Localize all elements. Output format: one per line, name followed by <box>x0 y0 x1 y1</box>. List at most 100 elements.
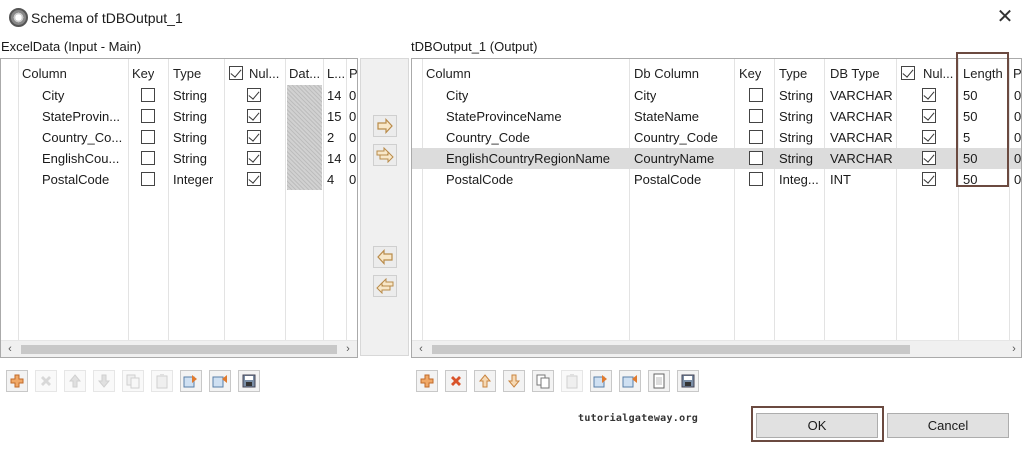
close-icon[interactable]: ✕ <box>994 6 1016 28</box>
header-type[interactable]: Type <box>173 63 201 84</box>
table-row[interactable]: Country_Co... String 2 0 <box>1 127 357 148</box>
header-column[interactable]: Column <box>22 63 67 84</box>
nullable-checkbox[interactable] <box>922 88 936 102</box>
left-panel-title: ExcelData (Input - Main) <box>1 39 142 54</box>
table-row[interactable]: EnglishCou... String 14 0 <box>1 148 357 169</box>
table-row[interactable]: PostalCode PostalCode Integ... INT 50 0 <box>412 169 1021 190</box>
header-column[interactable]: Column <box>426 63 471 84</box>
add-icon[interactable] <box>6 370 28 392</box>
copy-icon[interactable] <box>532 370 554 392</box>
save-icon[interactable] <box>238 370 260 392</box>
nullable-checkbox[interactable] <box>247 88 261 102</box>
column-name: EnglishCountryRegionName <box>446 151 611 166</box>
copy-left-icon[interactable] <box>373 246 397 268</box>
table-row[interactable]: StateProvin... String 15 0 <box>1 106 357 127</box>
header-nullable[interactable]: Nul... <box>249 63 279 84</box>
paste-icon[interactable] <box>561 370 583 392</box>
scroll-right-icon[interactable]: › <box>341 341 355 357</box>
nullable-checkbox[interactable] <box>922 172 936 186</box>
header-db-type[interactable]: DB Type <box>830 63 880 84</box>
length-cell: 14 <box>327 151 342 166</box>
import-icon[interactable] <box>180 370 202 392</box>
header-precision[interactable]: P <box>349 63 357 84</box>
header-date-pattern[interactable]: Dat... <box>289 63 320 84</box>
copy-all-left-icon[interactable] <box>373 275 397 297</box>
remove-icon[interactable] <box>35 370 57 392</box>
nullable-checkbox[interactable] <box>922 151 936 165</box>
nullable-checkbox[interactable] <box>922 109 936 123</box>
horizontal-scrollbar[interactable]: ‹ › <box>412 340 1021 357</box>
output-schema-table[interactable]: Column Db Column Key Type DB Type Nul...… <box>411 58 1022 358</box>
nullable-checkbox[interactable] <box>247 130 261 144</box>
key-checkbox[interactable] <box>749 151 763 165</box>
nullable-all-checkbox[interactable] <box>229 66 243 80</box>
table-row-selected[interactable]: EnglishCountryRegionName CountryName Str… <box>412 148 1021 169</box>
scrollbar-thumb[interactable] <box>432 345 910 354</box>
scrollbar-thumb[interactable] <box>21 345 337 354</box>
nullable-checkbox[interactable] <box>922 130 936 144</box>
db-column-cell: Country_Code <box>634 130 718 145</box>
paste-icon[interactable] <box>151 370 173 392</box>
cancel-button[interactable]: Cancel <box>887 413 1009 438</box>
column-name: City <box>446 88 469 103</box>
precision-cell: 0 <box>1014 172 1022 187</box>
key-checkbox[interactable] <box>749 172 763 186</box>
type-cell: String <box>779 151 813 166</box>
header-length[interactable]: L... <box>327 63 345 84</box>
reset-icon[interactable] <box>648 370 670 392</box>
save-icon[interactable] <box>677 370 699 392</box>
transfer-button-column <box>360 58 409 356</box>
header-db-column[interactable]: Db Column <box>634 63 699 84</box>
db-type-cell: INT <box>830 172 851 187</box>
table-row[interactable]: Country_Code Country_Code String VARCHAR… <box>412 127 1021 148</box>
export-icon[interactable] <box>619 370 641 392</box>
remove-icon[interactable] <box>445 370 467 392</box>
table-row[interactable]: StateProvinceName StateName String VARCH… <box>412 106 1021 127</box>
copy-right-icon[interactable] <box>373 115 397 137</box>
header-key[interactable]: Key <box>739 63 761 84</box>
import-icon[interactable] <box>590 370 612 392</box>
ok-button[interactable]: OK <box>756 413 878 438</box>
nullable-checkbox[interactable] <box>247 151 261 165</box>
horizontal-scrollbar[interactable]: ‹ › <box>1 340 357 357</box>
key-checkbox[interactable] <box>141 151 155 165</box>
move-down-icon[interactable] <box>93 370 115 392</box>
db-column-cell: PostalCode <box>634 172 702 187</box>
precision-cell: 0 <box>349 172 357 187</box>
date-pattern-cell <box>287 169 322 190</box>
app-icon <box>9 8 28 27</box>
export-icon[interactable] <box>209 370 231 392</box>
type-cell: String <box>173 109 207 124</box>
move-down-icon[interactable] <box>503 370 525 392</box>
header-key[interactable]: Key <box>132 63 154 84</box>
scroll-left-icon[interactable]: ‹ <box>414 341 428 357</box>
table-row[interactable]: City City String VARCHAR 50 0 <box>412 85 1021 106</box>
header-type[interactable]: Type <box>779 63 807 84</box>
left-toolbar <box>6 370 266 394</box>
copy-icon[interactable] <box>122 370 144 392</box>
precision-cell: 0 <box>1014 109 1022 124</box>
key-checkbox[interactable] <box>141 109 155 123</box>
scroll-right-icon[interactable]: › <box>1007 341 1021 357</box>
header-nullable[interactable]: Nul... <box>923 63 953 84</box>
add-icon[interactable] <box>416 370 438 392</box>
key-checkbox[interactable] <box>141 130 155 144</box>
title-bar: Schema of tDBOutput_1 ✕ <box>0 0 1024 36</box>
scroll-left-icon[interactable]: ‹ <box>3 341 17 357</box>
move-up-icon[interactable] <box>474 370 496 392</box>
header-precision[interactable]: Pr <box>1013 63 1021 84</box>
nullable-all-checkbox[interactable] <box>901 66 915 80</box>
table-row[interactable]: City String 14 0 <box>1 85 357 106</box>
key-checkbox[interactable] <box>141 172 155 186</box>
input-schema-table[interactable]: Column Key Type Nul... Dat... L... P Cit… <box>0 58 358 358</box>
nullable-checkbox[interactable] <box>247 172 261 186</box>
key-checkbox[interactable] <box>141 88 155 102</box>
key-checkbox[interactable] <box>749 109 763 123</box>
move-up-icon[interactable] <box>64 370 86 392</box>
nullable-checkbox[interactable] <box>247 109 261 123</box>
copy-all-right-icon[interactable] <box>373 144 397 166</box>
key-checkbox[interactable] <box>749 88 763 102</box>
key-checkbox[interactable] <box>749 130 763 144</box>
table-row[interactable]: PostalCode Integer 4 0 <box>1 169 357 190</box>
length-cell: 2 <box>327 130 335 145</box>
